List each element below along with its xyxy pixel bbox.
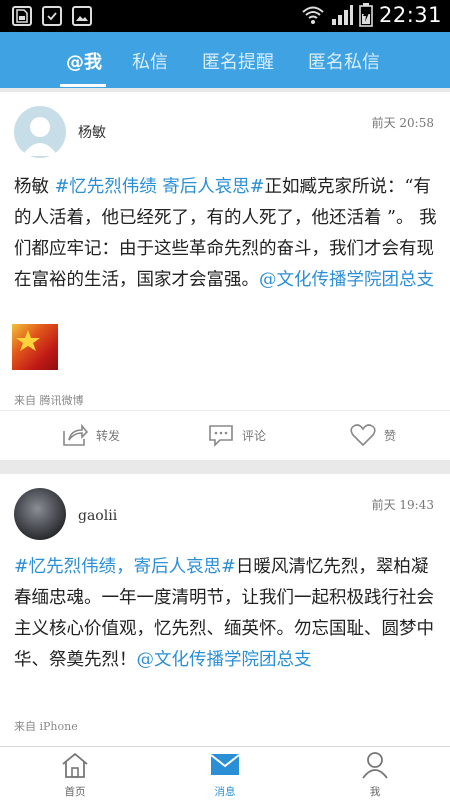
- sim-card-icon: [12, 6, 32, 26]
- mention-link[interactable]: @文化传播学院团总支: [259, 270, 434, 290]
- status-bar: 22:31: [0, 0, 450, 32]
- star-icon: [16, 330, 40, 351]
- avatar[interactable]: [14, 106, 66, 158]
- nav-messages[interactable]: 消息: [185, 751, 265, 799]
- wifi-icon: [302, 6, 324, 24]
- person-icon: [362, 752, 388, 779]
- avatar[interactable]: [14, 488, 66, 540]
- tab-anonymous-reminders[interactable]: 匿名提醒: [202, 48, 274, 74]
- post-source: 来自 腾讯微博: [14, 394, 84, 407]
- bottom-navigation: 首页 消息 我: [0, 746, 450, 800]
- clock: 22:31: [378, 3, 442, 27]
- comment-icon: [209, 425, 233, 447]
- post-card: 杨敏 前天 20:58 杨敏 #忆先烈伟绩 寄后人哀思#正如臧克家所说：“有的人…: [0, 92, 450, 460]
- home-icon: [62, 752, 88, 778]
- post-time: 前天 19:43: [371, 498, 434, 512]
- repost-button[interactable]: 转发: [62, 423, 120, 447]
- mail-icon: [210, 754, 240, 775]
- nav-home[interactable]: 首页: [35, 751, 115, 799]
- like-label: 赞: [384, 428, 397, 443]
- text-segment: 杨敏: [14, 177, 55, 197]
- comment-label: 评论: [242, 428, 267, 443]
- username[interactable]: 杨敏: [78, 122, 106, 142]
- signal-icon: [331, 5, 353, 25]
- nav-messages-label: 消息: [214, 786, 236, 798]
- post-actions: 转发 评论 赞: [0, 410, 450, 460]
- repost-label: 转发: [96, 428, 121, 443]
- comment-button[interactable]: 评论: [208, 423, 266, 447]
- nav-home-label: 首页: [64, 786, 86, 798]
- hashtag-link[interactable]: #忆先烈伟绩 寄后人哀思#: [55, 177, 265, 197]
- notification-icons: [12, 6, 92, 26]
- hashtag-link[interactable]: #忆先烈伟绩，寄后人哀思#: [14, 557, 236, 577]
- like-button[interactable]: 赞: [350, 423, 396, 447]
- message-tabs: @我 私信 匿名提醒 匿名私信: [0, 32, 450, 88]
- nav-profile[interactable]: 我: [335, 751, 415, 799]
- nav-profile-label: 我: [369, 786, 381, 798]
- default-avatar-icon: [22, 117, 58, 156]
- active-tab-indicator: [60, 84, 106, 87]
- post-text: #忆先烈伟绩，寄后人哀思#日暖风清忆先烈，翠柏凝春缅忠魂。一年一度清明节，让我们…: [14, 552, 438, 676]
- image-icon: [72, 6, 92, 26]
- post-image-thumbnail[interactable]: [12, 324, 58, 370]
- post-source: 来自 iPhone: [14, 720, 78, 733]
- post-time: 前天 20:58: [371, 116, 434, 130]
- username[interactable]: gaolii: [78, 508, 117, 524]
- tab-anonymous-messages[interactable]: 匿名私信: [308, 48, 380, 74]
- mention-link[interactable]: @文化传播学院团总支: [137, 650, 312, 670]
- battery-icon: [359, 3, 373, 27]
- shield-check-icon: [42, 6, 62, 26]
- system-icons: 22:31: [301, 3, 442, 27]
- post-text: 杨敏 #忆先烈伟绩 寄后人哀思#正如臧克家所说：“有的人活着，他已经死了，有的人…: [14, 172, 438, 296]
- tab-private-messages[interactable]: 私信: [132, 48, 168, 74]
- repost-icon: [63, 423, 88, 446]
- post-card: gaolii 前天 19:43 #忆先烈伟绩，寄后人哀思#日暖风清忆先烈，翠柏凝…: [0, 474, 450, 746]
- tab-mentions[interactable]: @我: [66, 48, 102, 74]
- heart-icon: [350, 424, 376, 447]
